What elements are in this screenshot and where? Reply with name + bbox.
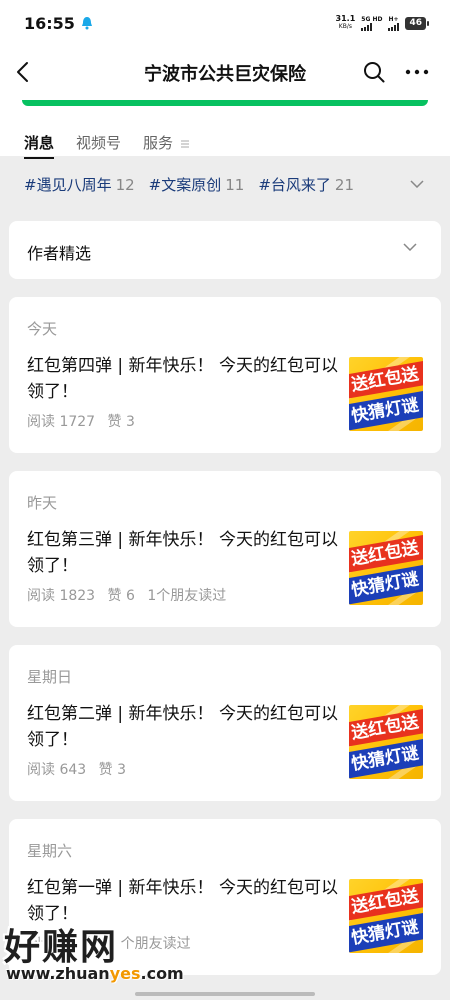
topic-tag-count: 12 bbox=[115, 175, 135, 194]
article-card[interactable]: 今天 红包第四弹 | 新年快乐！ 今天的红包可以领了！ 阅读 1727 赞 3 … bbox=[9, 297, 441, 453]
article-meta: 阅读 1823 赞 6 1个朋友读过 bbox=[27, 585, 234, 605]
search-icon[interactable] bbox=[362, 60, 386, 84]
article-card[interactable]: 星期日 红包第二弹 | 新年快乐！ 今天的红包可以领了！ 阅读 643 赞 3 … bbox=[9, 645, 441, 801]
article-meta: 阅读 1727 赞 3 bbox=[27, 411, 151, 431]
article-card[interactable]: 昨天 红包第三弹 | 新年快乐！ 今天的红包可以领了！ 阅读 1823 赞 6 … bbox=[9, 471, 441, 627]
topic-tag-name: #遇见八周年 bbox=[24, 175, 112, 194]
status-time: 16:55 bbox=[24, 13, 75, 33]
article-meta: 阅读 643 赞 3 bbox=[27, 759, 142, 779]
article-title[interactable]: 红包第四弹 | 新年快乐！ 今天的红包可以领了！ bbox=[27, 353, 339, 405]
net-speed: 31.1 KB/s bbox=[336, 15, 356, 31]
more-options-icon[interactable] bbox=[404, 60, 430, 84]
friends-read: 1个朋友读过 bbox=[147, 588, 227, 604]
article-day: 星期日 bbox=[27, 668, 73, 686]
home-indicator[interactable] bbox=[135, 992, 315, 996]
status-bar: 16:55 31.1 KB/s 5G HD H+ 46 bbox=[0, 0, 450, 46]
signal-bars-icon bbox=[388, 22, 400, 31]
article-thumbnail[interactable]: 送红包送 快猜灯谜 bbox=[349, 705, 423, 779]
tab-services[interactable]: 服务 bbox=[143, 134, 173, 152]
profile-tabs-area: 消息 视频号 服务 bbox=[0, 100, 450, 159]
article-title[interactable]: 红包第三弹 | 新年快乐！ 今天的红包可以领了！ bbox=[27, 527, 339, 579]
article-day: 今天 bbox=[27, 320, 58, 338]
chevron-down-icon bbox=[403, 243, 417, 251]
chevron-down-icon[interactable] bbox=[410, 180, 424, 188]
battery-indicator: 46 bbox=[405, 16, 429, 30]
notification-bell-icon bbox=[81, 17, 92, 30]
topic-tag-count: 21 bbox=[334, 175, 355, 194]
article-thumbnail[interactable]: 送红包送 快猜灯谜 bbox=[349, 879, 423, 953]
watermark-url: www.zhuanyes.com bbox=[6, 964, 184, 983]
sim1-label: 5G HD bbox=[361, 15, 383, 23]
article-day: 昨天 bbox=[27, 494, 58, 512]
article-thumbnail[interactable]: 送红包送 快猜灯谜 bbox=[349, 357, 423, 431]
tab-channels[interactable]: 视频号 bbox=[76, 132, 121, 153]
article-title[interactable]: 红包第二弹 | 新年快乐！ 今天的红包可以领了！ bbox=[27, 701, 339, 753]
net-speed-value: 31.1 bbox=[335, 14, 356, 23]
watermark-url-post: .com bbox=[140, 964, 184, 983]
nav-bar: 宁波市公共巨灾保险 bbox=[0, 46, 450, 100]
article-thumbnail[interactable]: 送红包送 快猜灯谜 bbox=[349, 531, 423, 605]
article-day: 星期六 bbox=[27, 842, 73, 860]
watermark-url-highlight: yes bbox=[109, 964, 141, 983]
topic-tag-name: #台风来了 bbox=[258, 175, 331, 194]
net-speed-unit: KB/s bbox=[338, 23, 352, 30]
watermark-url-pre: www.zhuan bbox=[6, 964, 110, 983]
topic-tag[interactable]: #台风来了 21 bbox=[258, 174, 354, 195]
tab-services-wrap[interactable]: 服务 bbox=[143, 132, 189, 153]
like-count: 赞 6 bbox=[107, 588, 135, 604]
follow-button-strip[interactable] bbox=[22, 100, 428, 106]
author-picks-card[interactable]: 作者精选 bbox=[9, 221, 441, 279]
topic-tag[interactable]: #遇见八周年 12 bbox=[24, 174, 135, 195]
like-count: 赞 3 bbox=[98, 762, 126, 778]
status-indicators: 31.1 KB/s 5G HD H+ 46 bbox=[336, 15, 429, 31]
read-count: 阅读 1727 bbox=[27, 414, 96, 430]
topic-tags: #遇见八周年 12 #文案原创 11 #台风来了 21 bbox=[0, 156, 450, 212]
read-count: 阅读 1823 bbox=[27, 588, 96, 604]
topic-tag-name: #文案原创 bbox=[148, 175, 222, 194]
read-count: 阅读 643 bbox=[27, 762, 87, 778]
signal-sim1: 5G HD bbox=[361, 16, 382, 31]
like-count: 赞 3 bbox=[107, 414, 135, 430]
tab-bar: 消息 视频号 服务 bbox=[24, 132, 189, 159]
signal-sim2: H+ bbox=[388, 15, 400, 31]
topic-tag-count: 11 bbox=[225, 175, 245, 194]
watermark-logo-text: 好赚网 bbox=[4, 927, 119, 968]
author-picks-label: 作者精选 bbox=[27, 244, 92, 263]
tab-messages[interactable]: 消息 bbox=[24, 132, 55, 159]
sim2-label: H+ bbox=[388, 15, 399, 23]
menu-lines-icon bbox=[180, 140, 189, 147]
site-watermark: 好赚网 www.zhuanyes.com bbox=[0, 918, 200, 988]
signal-bars-icon bbox=[361, 22, 373, 31]
topic-tag[interactable]: #文案原创 11 bbox=[149, 174, 245, 195]
